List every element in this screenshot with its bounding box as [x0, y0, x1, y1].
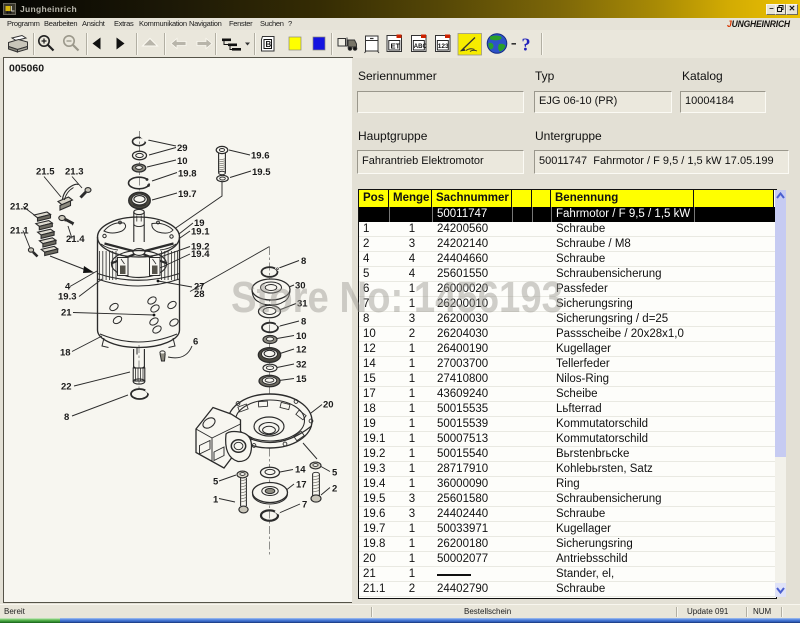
- svg-text:?: ?: [522, 35, 531, 55]
- svg-text:19.6: 19.6: [251, 151, 270, 162]
- svg-text:17: 17: [296, 480, 307, 491]
- svg-text:5: 5: [213, 477, 219, 488]
- svg-text:21.4: 21.4: [66, 234, 85, 245]
- svg-text:19.1: 19.1: [191, 227, 210, 238]
- svg-text:1: 1: [213, 495, 219, 506]
- svg-text:ABC: ABC: [414, 44, 428, 50]
- svg-text:10: 10: [296, 331, 307, 342]
- svg-text:21.3: 21.3: [65, 167, 84, 178]
- svg-text:18: 18: [60, 348, 71, 359]
- svg-text:22: 22: [61, 382, 72, 393]
- svg-text:8: 8: [64, 412, 69, 423]
- svg-text:005060: 005060: [9, 63, 44, 75]
- svg-text:19.4: 19.4: [191, 249, 210, 260]
- svg-text:20: 20: [323, 400, 334, 411]
- svg-text:6: 6: [193, 337, 198, 348]
- svg-text:7: 7: [302, 500, 307, 511]
- svg-text:8: 8: [301, 256, 306, 267]
- svg-text:29: 29: [177, 143, 188, 154]
- svg-text:19.8: 19.8: [178, 169, 197, 180]
- svg-text:123: 123: [438, 43, 449, 50]
- svg-text:B: B: [266, 40, 272, 49]
- svg-text:21.5: 21.5: [36, 167, 55, 178]
- svg-text:2: 2: [332, 484, 337, 495]
- svg-text:28: 28: [194, 289, 205, 300]
- svg-text:21: 21: [61, 308, 72, 319]
- svg-text:21.2: 21.2: [10, 202, 29, 213]
- svg-text:32: 32: [296, 360, 307, 371]
- svg-text:5: 5: [332, 468, 338, 479]
- svg-text:19.3: 19.3: [58, 292, 77, 303]
- svg-text:15: 15: [296, 374, 307, 385]
- svg-text:12: 12: [296, 345, 307, 356]
- svg-text:19.7: 19.7: [178, 189, 197, 200]
- svg-text:10: 10: [177, 156, 188, 167]
- svg-text:21.1: 21.1: [10, 226, 29, 237]
- svg-text:ET: ET: [391, 42, 401, 51]
- svg-text:19.5: 19.5: [252, 167, 271, 178]
- svg-text:14: 14: [295, 465, 306, 476]
